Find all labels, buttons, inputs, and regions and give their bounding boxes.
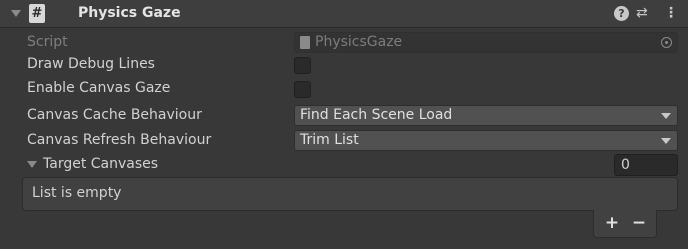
script-value: PhysicsGaze bbox=[315, 34, 403, 50]
target-canvases-label[interactable]: Target Canvases bbox=[43, 156, 158, 172]
canvas-cache-behaviour-label: Canvas Cache Behaviour bbox=[27, 107, 202, 123]
help-icon[interactable]: ? bbox=[614, 6, 629, 21]
list-empty-text: List is empty bbox=[32, 185, 122, 201]
script-object-field[interactable]: PhysicsGaze bbox=[294, 32, 678, 53]
target-canvases-foldout-icon[interactable] bbox=[27, 161, 37, 168]
foldout-arrow-icon[interactable] bbox=[11, 10, 21, 17]
add-element-button[interactable]: + bbox=[600, 213, 624, 233]
canvas-refresh-behaviour-dropdown[interactable]: Trim List bbox=[294, 130, 678, 151]
canvas-refresh-behaviour-value: Trim List bbox=[300, 132, 359, 148]
enable-canvas-gaze-checkbox[interactable] bbox=[294, 81, 311, 98]
canvas-cache-behaviour-dropdown[interactable]: Find Each Scene Load bbox=[294, 105, 678, 126]
context-menu-icon[interactable]: ⋮ bbox=[664, 5, 678, 21]
draw-debug-lines-checkbox[interactable] bbox=[294, 57, 311, 74]
target-canvases-list: List is empty bbox=[22, 177, 678, 211]
enable-canvas-gaze-label: Enable Canvas Gaze bbox=[27, 80, 171, 96]
script-file-icon bbox=[300, 36, 310, 49]
component-header: # Physics Gaze ? ⇄ ⋮ bbox=[0, 0, 688, 28]
draw-debug-lines-label: Draw Debug Lines bbox=[27, 56, 155, 72]
target-canvases-size-field[interactable]: 0 bbox=[614, 154, 678, 176]
canvas-refresh-behaviour-label: Canvas Refresh Behaviour bbox=[27, 132, 212, 148]
chevron-down-icon bbox=[661, 138, 671, 144]
presets-icon[interactable]: ⇄ bbox=[636, 5, 648, 21]
list-footer: + − bbox=[593, 210, 657, 238]
remove-element-button[interactable]: − bbox=[627, 213, 651, 233]
script-icon: # bbox=[29, 4, 45, 23]
chevron-down-icon bbox=[661, 113, 671, 119]
object-picker-icon[interactable] bbox=[661, 37, 672, 48]
script-label: Script bbox=[27, 34, 68, 50]
component-title: Physics Gaze bbox=[78, 5, 181, 21]
canvas-cache-behaviour-value: Find Each Scene Load bbox=[300, 107, 453, 123]
